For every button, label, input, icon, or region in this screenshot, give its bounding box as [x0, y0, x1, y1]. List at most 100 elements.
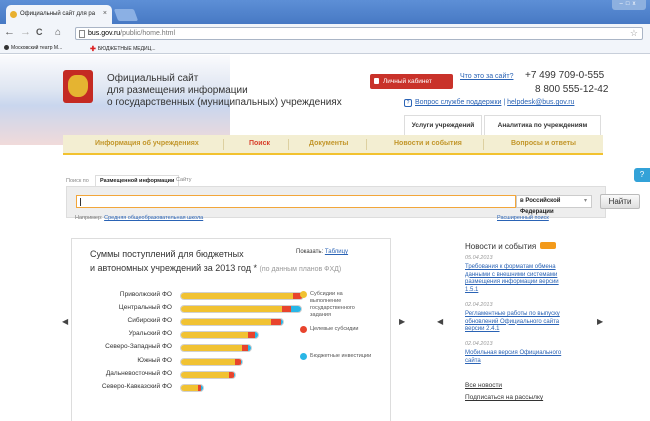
- support-link[interactable]: Вопрос службе поддержки: [415, 99, 501, 106]
- chart-bar[interactable]: [180, 344, 252, 353]
- show-table-link[interactable]: Таблицу: [325, 249, 348, 255]
- news-item-line: версии 2.4.1: [465, 326, 500, 333]
- nav-search[interactable]: Поиск: [249, 135, 270, 153]
- chart-bar[interactable]: [180, 383, 204, 392]
- chart-bar[interactable]: [180, 370, 236, 379]
- nav-faq[interactable]: Вопросы и ответы: [511, 135, 576, 153]
- news-next-arrow-icon[interactable]: ▶: [597, 317, 603, 326]
- news-item-link[interactable]: Требования к форматам обмена данными с вн…: [465, 264, 595, 294]
- chart-bar-segment: [181, 358, 235, 365]
- bookmark-item[interactable]: ✚ БЮДЖЕТНЫЕ МЕДИЦ...: [90, 45, 156, 53]
- chart-bar[interactable]: [180, 331, 259, 340]
- chart-bar[interactable]: [180, 305, 302, 314]
- chart-bar-segment: [201, 384, 203, 391]
- news-item-line: обновлений Официального сайта: [465, 318, 560, 325]
- coat-of-arms-icon: [63, 70, 93, 103]
- search-tab-info[interactable]: Размещенной информации: [95, 175, 180, 186]
- chart-category-label: Южный ФО: [137, 356, 172, 364]
- back-arrow-icon[interactable]: ←: [4, 27, 15, 38]
- news-item-link[interactable]: Регламентные работы по выпуску обновлений…: [465, 311, 595, 334]
- theatre-icon: [4, 45, 9, 50]
- chart-legend-item: Бюджетные инвестиции: [300, 353, 372, 360]
- text-caret: [80, 198, 81, 206]
- url-path: /public/home.html: [120, 30, 176, 37]
- address-bar[interactable]: bus.gov.ru/public/home.html ☆: [75, 27, 643, 40]
- what-is-site-link[interactable]: Что это за сайт?: [460, 73, 513, 80]
- chart-bar[interactable]: [180, 318, 284, 327]
- news-item-line: сайта: [465, 357, 481, 364]
- personal-cabinet-button[interactable]: Личный кабинет: [370, 74, 453, 89]
- legend-label: Субсидии на выполнение государственного …: [310, 291, 355, 318]
- chart-prev-arrow-icon[interactable]: ◀: [62, 317, 68, 326]
- tab-title: Официальный сайт для ра: [20, 11, 96, 17]
- chart-bar-segment: [181, 306, 282, 313]
- chart-bar-segment: [181, 332, 249, 339]
- chart-bar-segment: [248, 332, 256, 339]
- all-news-link[interactable]: Все новости: [465, 382, 502, 389]
- news-item-line: размещения информации версии: [465, 279, 559, 286]
- page-icon: [79, 30, 85, 38]
- url-domain: bus.gov.ru: [88, 30, 121, 37]
- nav-news[interactable]: Новости и события: [394, 135, 462, 153]
- news-date: 02.04.2013: [465, 341, 493, 347]
- chart-bar[interactable]: [180, 357, 244, 366]
- chevron-down-icon: ▾: [583, 198, 587, 204]
- main-nav: Информация об учреждениях Поиск Документ…: [63, 135, 603, 155]
- news-item-link[interactable]: Мобильная версия Официального сайта: [465, 350, 595, 365]
- legend-swatch: [300, 353, 307, 360]
- page: Официальный сайт для размещения информац…: [0, 55, 650, 421]
- chart-category-label: Центральный ФО: [118, 304, 172, 312]
- legend-label: Бюджетные инвестиции: [310, 353, 372, 359]
- show-toggle: Показать: Таблицу: [296, 249, 349, 255]
- site-title[interactable]: Официальный сайт для размещения информац…: [107, 73, 342, 109]
- help-button[interactable]: ?: [634, 168, 650, 182]
- search-hint: Например: Средняя общеобразовательная шк…: [75, 215, 204, 221]
- chart-category-label: Дальневосточный ФО: [105, 369, 172, 377]
- chart-bar-segment: [280, 319, 283, 326]
- legend-swatch: [300, 326, 307, 333]
- news-item-line: 1.5.1: [465, 286, 479, 293]
- browser-tab[interactable]: Официальный сайт для ра ×: [6, 5, 112, 24]
- forward-arrow-icon[interactable]: →: [20, 27, 31, 38]
- news-item-line: данными с внешними системами: [465, 271, 558, 278]
- legend-swatch: [300, 291, 307, 298]
- region-select[interactable]: в Российской Федерации ▾: [516, 195, 592, 215]
- chart-next-arrow-icon[interactable]: ▶: [399, 317, 405, 326]
- chart-bar-segment: [255, 332, 258, 339]
- tab-analytics[interactable]: Аналитика по учреждениям: [484, 115, 601, 135]
- search-tab-site[interactable]: Сайту: [172, 175, 196, 186]
- window-controls[interactable]: –□x: [612, 0, 646, 10]
- nav-institutions-info[interactable]: Информация об учреждениях: [95, 135, 199, 153]
- home-icon[interactable]: ⌂: [55, 27, 61, 38]
- chart-legend-item: Целевые субсидии: [300, 326, 372, 333]
- bookmark-star-icon[interactable]: ☆: [630, 28, 638, 39]
- chart-bar[interactable]: [180, 292, 305, 300]
- nav-documents[interactable]: Документы: [309, 135, 348, 153]
- chart-category-label: Северо-Кавказский ФО: [101, 382, 172, 390]
- reload-icon[interactable]: C: [36, 27, 43, 38]
- phone-2: 8 800 555-12-42: [535, 84, 609, 95]
- chart-bar-segment: [181, 384, 198, 391]
- medical-cross-icon: ✚: [90, 46, 96, 53]
- chart-bar-segment: [271, 319, 281, 326]
- bookmark-item[interactable]: Московский театр М...: [4, 45, 62, 51]
- news-prev-arrow-icon[interactable]: ◀: [437, 317, 443, 326]
- tab-close-icon[interactable]: ×: [103, 10, 107, 17]
- rss-icon[interactable]: [540, 242, 557, 249]
- chart-bar-segment: [181, 319, 271, 326]
- browser-titlebar: Официальный сайт для ра × –□x: [0, 0, 650, 24]
- chart-bar-segment: [291, 306, 301, 313]
- advanced-search-link[interactable]: Расширенный поиск: [497, 215, 549, 221]
- subscribe-link[interactable]: Подписаться на рассылку: [465, 394, 543, 401]
- support-email-link[interactable]: helpdesk@bus.gov.ru: [507, 99, 574, 106]
- browser-toolbar: ← → C ⌂ bus.gov.ru/public/home.html ☆: [0, 24, 650, 42]
- search-button[interactable]: Найти: [600, 194, 640, 209]
- new-tab-button[interactable]: [113, 9, 139, 21]
- tab-services[interactable]: Услуги учреждений: [404, 115, 482, 135]
- chart-bar-segment: [281, 306, 292, 313]
- news-date: 05.04.2013: [465, 255, 493, 261]
- news-item-line: Регламентные работы по выпуску: [465, 311, 560, 317]
- legend-label: Целевые субсидии: [310, 326, 359, 332]
- search-input[interactable]: [76, 195, 516, 208]
- search-example-link[interactable]: Средняя общеобразовательная школа: [104, 215, 203, 221]
